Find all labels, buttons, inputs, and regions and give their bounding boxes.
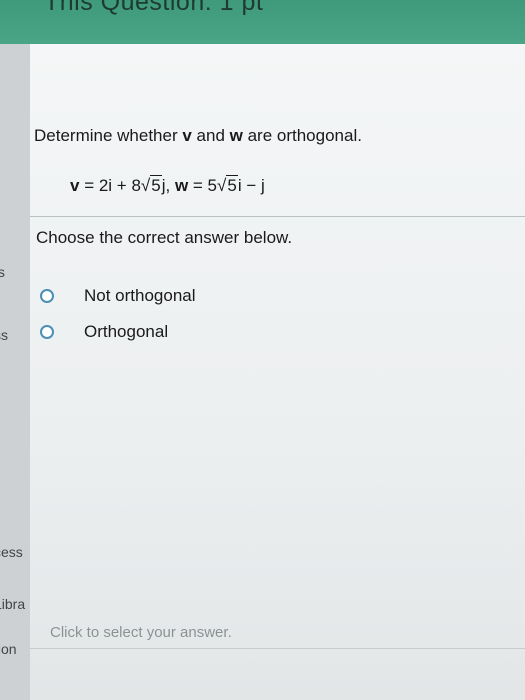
question-panel: Determine whether v and w are orthogonal… [30, 44, 525, 700]
radio-button[interactable] [40, 289, 54, 303]
vector-w-label: w [174, 176, 189, 195]
instruction-text: are orthogonal. [242, 126, 362, 145]
question-instruction: Determine whether v and w are orthogonal… [34, 126, 362, 146]
sidebar-label[interactable]: tion [0, 641, 30, 657]
vector-v-symbol: v [182, 126, 192, 145]
vector-w-symbol: w [229, 126, 243, 145]
radio-button[interactable] [40, 325, 54, 339]
sidebar-label[interactable]: ss [0, 327, 30, 343]
divider [30, 648, 525, 649]
vector-w-expression: = 5 [188, 176, 218, 195]
divider [30, 216, 525, 217]
header-bar: This Question: 1 pt [0, 0, 525, 44]
sidebar-label[interactable]: Libra [0, 596, 30, 612]
instruction-text: and [191, 126, 230, 145]
vector-v-expression: j, [161, 176, 175, 195]
option-not-orthogonal[interactable]: Not orthogonal [40, 286, 196, 306]
sqrt-symbol: √ [140, 176, 151, 195]
option-label[interactable]: Not orthogonal [84, 286, 196, 306]
radicand: 5 [226, 175, 238, 195]
select-answer-hint: Click to select your answer. [50, 624, 232, 641]
sqrt-symbol: √ [217, 176, 227, 195]
radicand: 5 [150, 175, 162, 195]
option-orthogonal[interactable]: Orthogonal [40, 322, 168, 342]
vector-v-expression: = 2i + 8 [79, 176, 141, 195]
option-label[interactable]: Orthogonal [84, 322, 168, 342]
left-sidebar: ts ss cess Libra tion [0, 44, 30, 700]
vector-w-expression: i − j [237, 176, 265, 195]
vector-definitions: v = 2i + 8√5j, w = 5√5i − j [70, 175, 265, 196]
answer-prompt: Choose the correct answer below. [36, 228, 293, 247]
instruction-text: Determine whether [34, 126, 183, 145]
sidebar-label[interactable]: cess [0, 544, 30, 560]
sidebar-label[interactable]: ts [0, 264, 30, 280]
question-points-title: This Question: 1 pt [44, 0, 264, 16]
